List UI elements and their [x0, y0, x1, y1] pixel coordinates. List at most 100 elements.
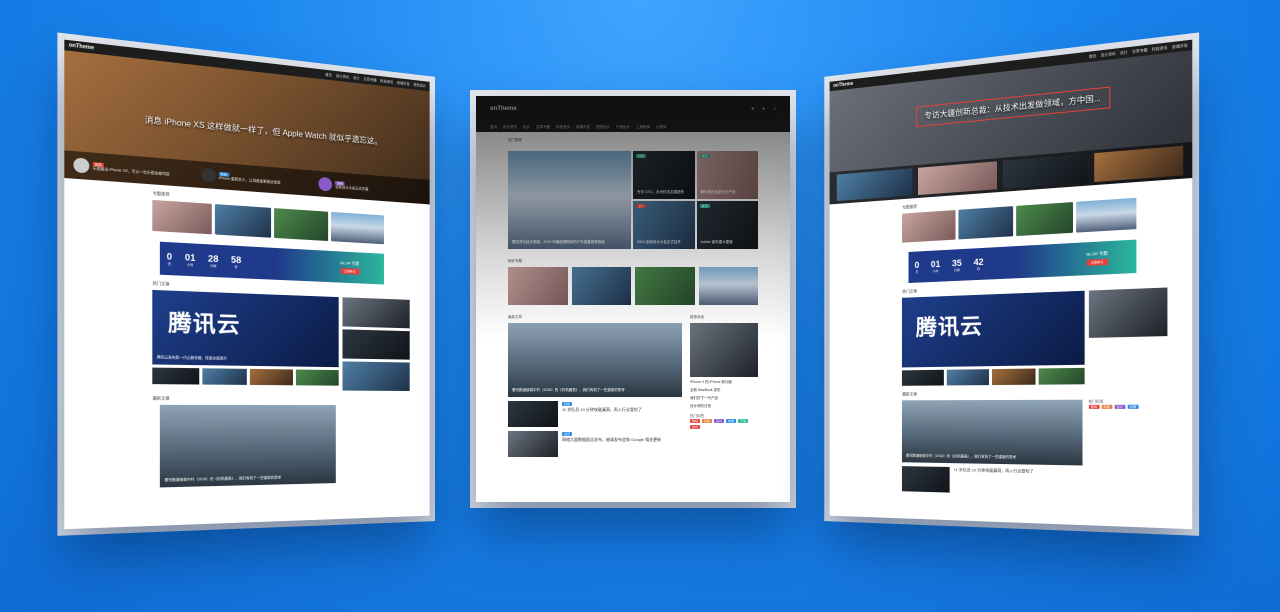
- nav-item[interactable]: 设计资讯: [1101, 51, 1116, 58]
- grid-card[interactable]: 资讯 Adobe 宣布重大更新: [696, 201, 758, 249]
- thumb-card[interactable]: [571, 267, 631, 305]
- tag-chip[interactable]: 科技: [702, 419, 713, 423]
- tag-chip[interactable]: 数码: [690, 419, 701, 423]
- thumb-card[interactable]: [635, 267, 695, 305]
- strip-item[interactable]: [1003, 153, 1088, 189]
- list-item[interactable]: 资讯 网络大量数据报告发布，被请发布会和 Google 相关更新: [508, 431, 682, 457]
- section-title: 最新文章: [902, 391, 918, 397]
- strip-item[interactable]: [1093, 145, 1184, 183]
- city-card[interactable]: 看完跑道被城中村（2018）的《好机器表》，我们有到了一些重新的思考: [508, 323, 682, 397]
- latest-area: 看完跑道被城中村（2018）的《好机器表》，我们有到了一些重新的思考 热门标签 …: [902, 399, 1160, 466]
- strip-item[interactable]: 资讯 全新设计大会正式开幕: [318, 174, 423, 201]
- city-card[interactable]: 看完跑道被城中村（2018）的《好机器表》，我们有到了一些重新的思考: [160, 404, 337, 488]
- thumb-card[interactable]: [331, 211, 384, 245]
- featured-card[interactable]: 腾讯云 腾讯云发布新一代云服务器，性能全面提升: [152, 289, 339, 368]
- site-logo[interactable]: onTheme: [69, 42, 94, 51]
- nav-item[interactable]: 设计: [1120, 50, 1128, 56]
- thumb-card[interactable]: [201, 368, 247, 385]
- thumb-card[interactable]: [1016, 202, 1074, 237]
- right-screen: onTheme 首页 设计资讯 设计 文章专题 科技资讯 前端开发 专访大疆创新…: [829, 39, 1193, 530]
- side-link[interactable]: 设计师的日常: [690, 404, 758, 409]
- nav-item[interactable]: 设计: [523, 125, 530, 130]
- thumb-card[interactable]: [152, 367, 199, 385]
- nav-item[interactable]: 文章专题: [1132, 47, 1147, 54]
- tag-chip[interactable]: 设计: [1114, 404, 1126, 409]
- strip-item[interactable]: 科技 iPhone 重新定义，让消费者更接近体验: [201, 164, 313, 193]
- tag-chip[interactable]: 设计: [714, 419, 725, 423]
- list-item[interactable]: 11 岁队员 10 分钟攻破漏洞，再入行业冒险了: [902, 466, 1160, 498]
- hero-title[interactable]: 消息 iPhone XS 这样做就一样了，但 Apple Watch 就似乎遗忘…: [145, 114, 382, 147]
- grid-card[interactable]: 数码 腾讯推出全新社交产品: [696, 151, 758, 199]
- thumb-card[interactable]: [1076, 197, 1137, 233]
- thumb-card[interactable]: [902, 369, 944, 386]
- tag-chip[interactable]: 数码: [1088, 404, 1100, 409]
- side-card[interactable]: [690, 323, 758, 377]
- thumb-card[interactable]: [152, 199, 212, 235]
- thumb-card[interactable]: [273, 208, 329, 242]
- side-link[interactable]: 我们的下一代产品: [690, 396, 758, 401]
- nav-item[interactable]: 首页: [325, 72, 332, 78]
- nav-item[interactable]: 设计资讯: [336, 73, 349, 79]
- thumb-card[interactable]: [214, 204, 271, 238]
- join-button[interactable]: 立即参与: [1086, 258, 1108, 266]
- strip-item[interactable]: [836, 168, 912, 202]
- side-card[interactable]: [342, 361, 411, 392]
- hero-banner[interactable]: 消息 iPhone XS 这样做就一样了，但 Apple Watch 就似乎遗忘…: [64, 50, 430, 205]
- thumb-card[interactable]: [698, 267, 758, 305]
- list-item[interactable]: 科技 11 岁队员 10 分钟攻破漏洞，再入行业冒险了: [508, 401, 682, 427]
- nav-item[interactable]: 首页: [1089, 53, 1096, 59]
- thumb-card[interactable]: [508, 267, 568, 305]
- featured-card[interactable]: 腾讯云: [902, 290, 1085, 368]
- nav-item[interactable]: 科技资讯: [380, 79, 393, 85]
- grid-card[interactable]: 设计 2019 全新设计大会正式召开: [633, 201, 695, 249]
- nav-item[interactable]: 设计资讯: [503, 125, 517, 130]
- nav-item[interactable]: 文章专题: [536, 125, 550, 130]
- thumb-card[interactable]: [957, 206, 1014, 240]
- nav-item[interactable]: 科技资讯: [556, 125, 570, 130]
- tag-chip[interactable]: 前端: [726, 419, 737, 423]
- side-link[interactable]: 全新 MacBook 发布: [690, 388, 758, 393]
- nav-item[interactable]: 前端开发: [397, 80, 410, 86]
- nav-item[interactable]: 科技资讯: [1152, 45, 1168, 52]
- thumb-card[interactable]: [991, 368, 1036, 386]
- nav-item[interactable]: 设计: [353, 75, 360, 81]
- thumb-card[interactable]: [902, 210, 956, 243]
- nav-item[interactable]: 工具推荐: [636, 125, 650, 130]
- site-logo[interactable]: onTheme: [833, 81, 853, 89]
- thumb-card[interactable]: [1039, 367, 1085, 385]
- nav-item[interactable]: 文章专题: [363, 77, 376, 83]
- hero-banner[interactable]: 专访大疆创新总裁：从技术出发做领域，方中国...: [829, 50, 1193, 205]
- tag-chip[interactable]: 产品: [738, 419, 749, 423]
- nav-item[interactable]: 产品设计: [616, 125, 630, 130]
- search-icon[interactable]: ⌕: [773, 106, 776, 112]
- thumb-card[interactable]: [296, 369, 339, 386]
- user-icon[interactable]: ●: [751, 106, 754, 112]
- featured-card[interactable]: 冒险背包徒步穿越，2019 年最值得期待的户外装备推荐指南: [508, 151, 631, 249]
- strip-item[interactable]: 数码 乐视推出 iPhone XS，可以一年乐视全部内容: [73, 154, 194, 184]
- join-button[interactable]: 立即参与: [340, 267, 360, 275]
- tag-chip[interactable]: 资讯: [690, 425, 701, 429]
- side-card[interactable]: [1088, 287, 1168, 338]
- bell-icon[interactable]: ●: [762, 106, 765, 112]
- side-card[interactable]: [342, 297, 411, 329]
- left-screen: onTheme 首页 设计资讯 设计 文章专题 科技资讯 前端开发 视觉设计 消…: [64, 39, 430, 530]
- nav-item[interactable]: 小程序: [656, 125, 667, 130]
- thumb-card[interactable]: [249, 368, 294, 386]
- strip-text: 全新设计大会正式开幕: [335, 184, 369, 191]
- city-caption: 看完跑道被城中村（2018）的《好机器表》，我们有到了一些重新的思考: [905, 453, 1017, 460]
- strip-item[interactable]: [917, 161, 997, 196]
- grid-card[interactable]: 科技 专访 CEO，未来科技发展趋势: [633, 151, 695, 199]
- nav-item[interactable]: 视觉设计: [413, 82, 426, 88]
- side-card[interactable]: [342, 329, 411, 360]
- nav-item[interactable]: 前端开发: [576, 125, 590, 130]
- nav-item[interactable]: 前端开发: [1172, 43, 1188, 50]
- tag-chip[interactable]: 前端: [1127, 404, 1139, 409]
- side-link[interactable]: iPhone X 的 iPhone 新功能: [690, 380, 758, 385]
- nav-item[interactable]: 视觉设计: [596, 125, 610, 130]
- hero-title[interactable]: 专访大疆创新总裁：从技术出发做领域，方中国...: [915, 86, 1111, 128]
- thumb-card[interactable]: [946, 369, 990, 386]
- site-logo[interactable]: onTheme: [490, 106, 517, 112]
- tag-chip[interactable]: 科技: [1101, 404, 1113, 409]
- city-card[interactable]: 看完跑道被城中村（2018）的《好机器表》，我们有到了一些重新的思考: [902, 399, 1083, 466]
- nav-item[interactable]: 首页: [490, 125, 497, 130]
